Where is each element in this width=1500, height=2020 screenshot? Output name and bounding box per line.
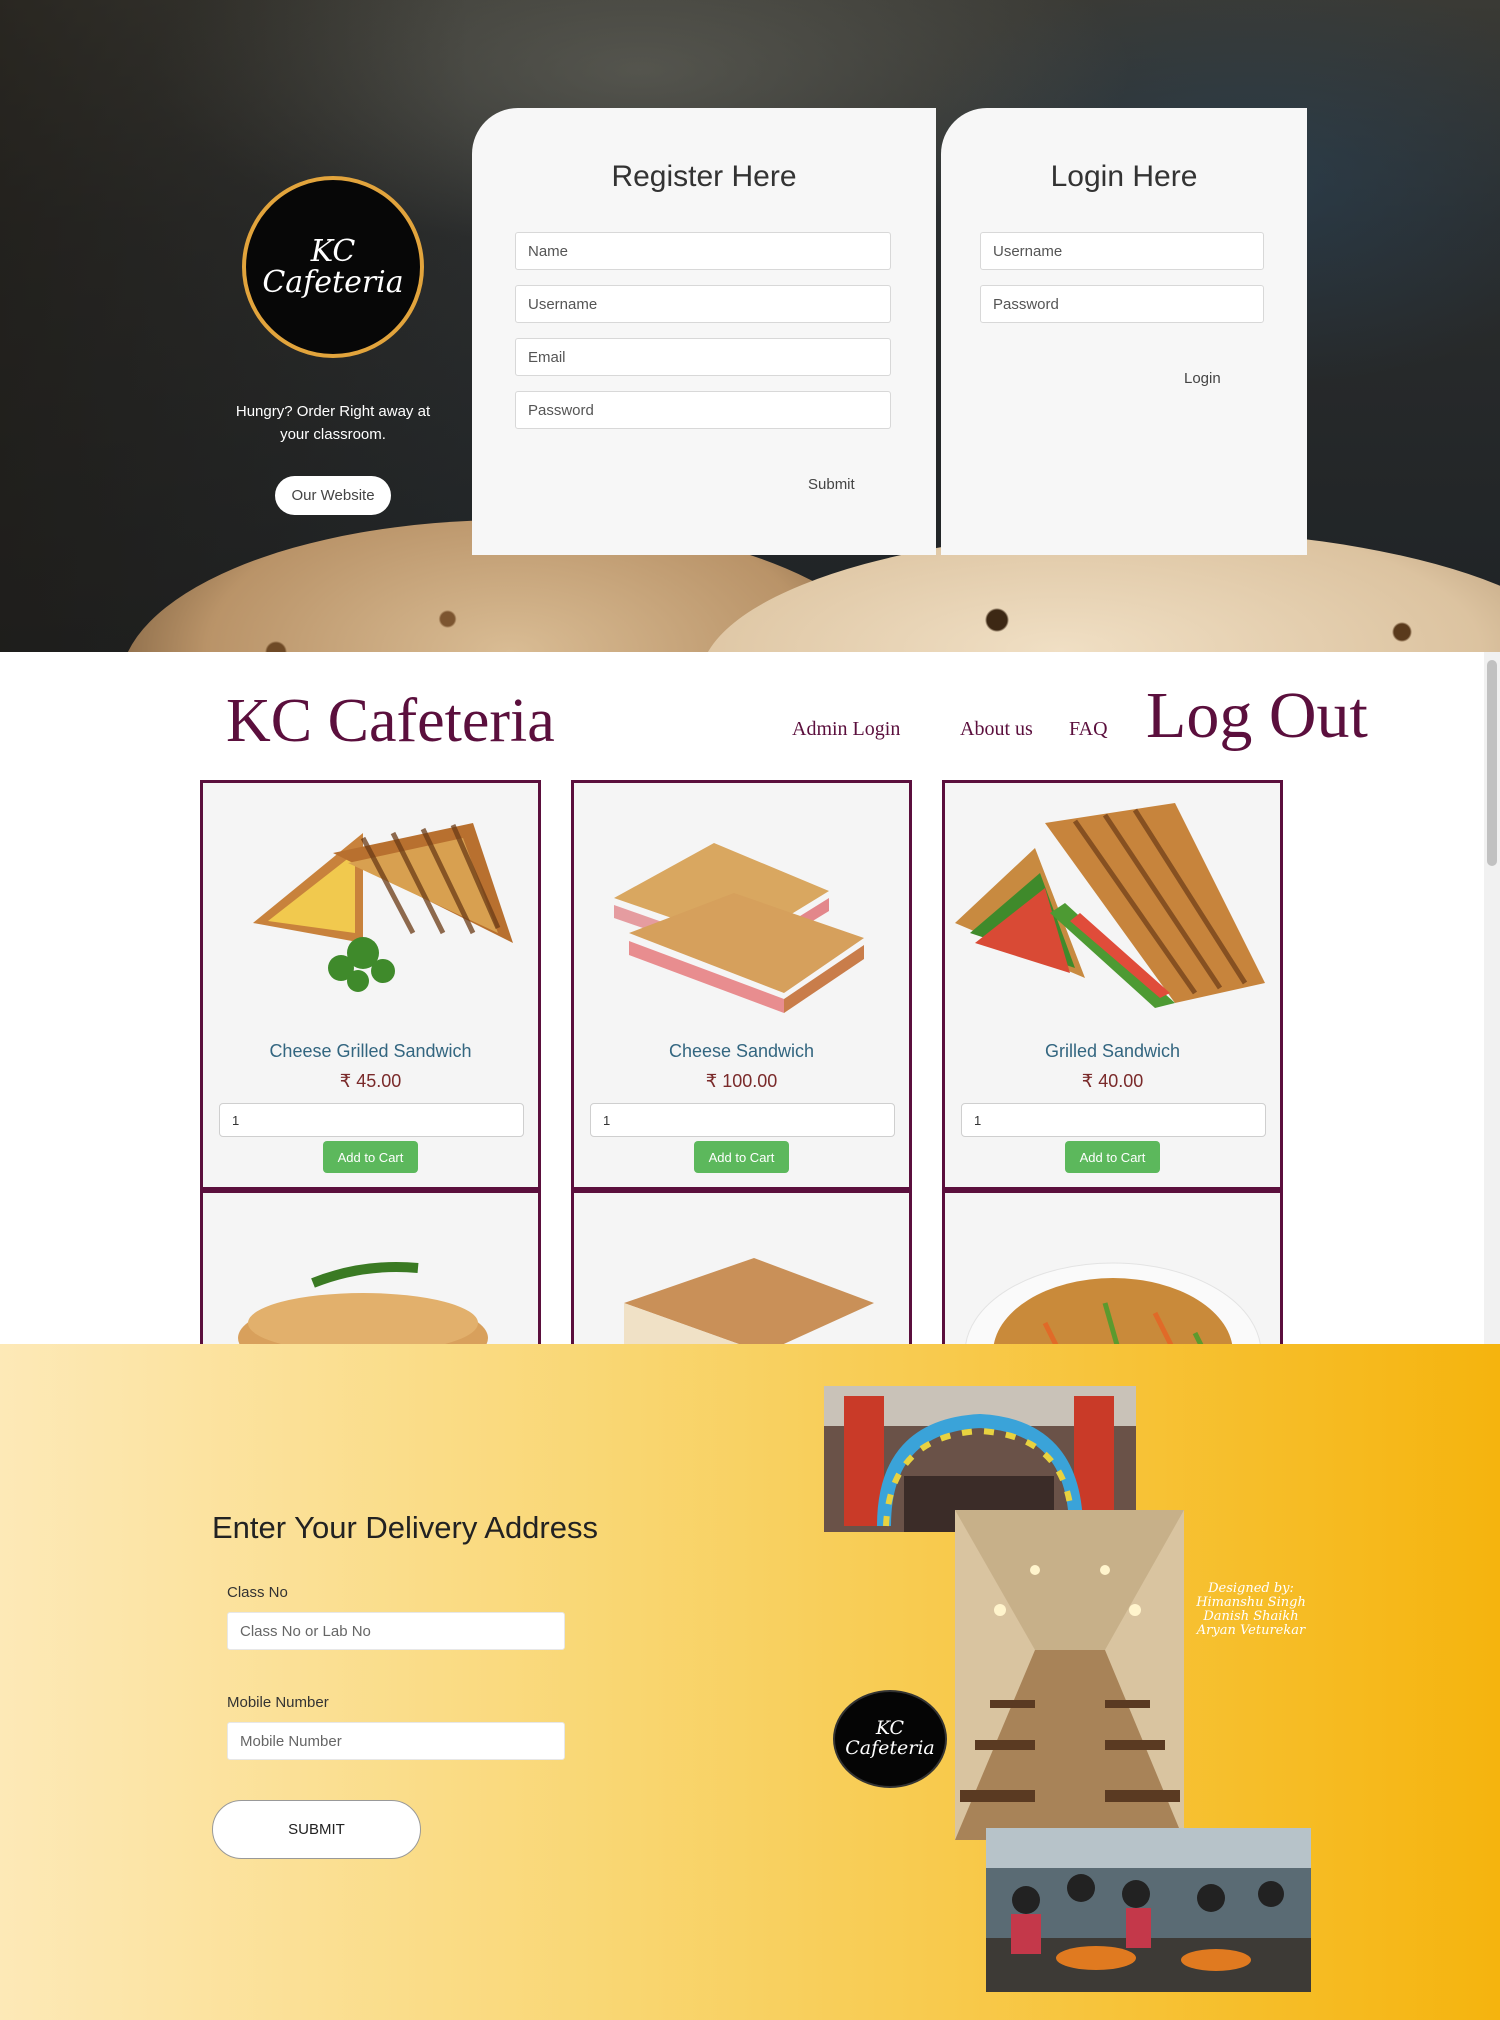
- product-name: Cheese Grilled Sandwich: [269, 1041, 472, 1061]
- tagline: Hungry? Order Right away at your classro…: [235, 403, 431, 443]
- login-password-input[interactable]: Password: [980, 285, 1264, 323]
- scrollbar-thumb[interactable]: [1487, 660, 1497, 866]
- nav-faq[interactable]: FAQ: [1069, 718, 1108, 741]
- credits-line: Designed by:: [1208, 1581, 1294, 1596]
- scrollbar[interactable]: [1484, 652, 1500, 1344]
- register-username-input[interactable]: Username: [515, 285, 891, 323]
- cheese-sandwich-image: [584, 793, 899, 1023]
- cafeteria-hall-photo: [955, 1510, 1184, 1840]
- logo-line: Cafeteria: [845, 1737, 935, 1759]
- product-card: Grilled Sandwich ₹ 40.00 1 Add to Cart: [942, 780, 1283, 1190]
- product-price: ₹ 45.00: [339, 1071, 402, 1091]
- logo-line: KC: [310, 233, 356, 269]
- register-password-input[interactable]: Password: [515, 391, 891, 429]
- brand-column: KC Cafeteria Hungry? Order Right away at…: [228, 176, 438, 515]
- nav-admin-login[interactable]: Admin Login: [792, 718, 900, 741]
- delivery-heading: Enter Your Delivery Address: [212, 1510, 598, 1545]
- add-to-cart-button[interactable]: Add to Cart: [694, 1141, 789, 1173]
- logo-line: KC: [875, 1717, 905, 1740]
- auth-section: KC Cafeteria Hungry? Order Right away at…: [0, 0, 1500, 652]
- product-card: Cheese Grilled Sandwich ₹ 45.00 1 Add to…: [200, 780, 541, 1190]
- add-to-cart-button[interactable]: Add to Cart: [323, 1141, 418, 1173]
- logout-link[interactable]: Log Out: [1146, 678, 1368, 754]
- grilled-sandwich-image: [955, 793, 1270, 1023]
- credits-text: Designed by: Himanshu Singh Danish Shaik…: [1176, 1582, 1326, 1638]
- product-price: ₹ 40.00: [1081, 1071, 1144, 1091]
- register-card: Register Here Name Username Email Passwo…: [472, 108, 936, 555]
- noodles-image: [955, 1243, 1270, 1344]
- nav-about-us[interactable]: About us: [960, 718, 1033, 741]
- email-input[interactable]: Email: [515, 338, 891, 376]
- product-card: [200, 1190, 541, 1344]
- register-submit-button[interactable]: Submit: [808, 476, 855, 493]
- product-name: Grilled Sandwich: [1044, 1041, 1181, 1061]
- our-website-button[interactable]: Our Website: [275, 476, 391, 515]
- product-name: Cheese Sandwich: [668, 1041, 815, 1061]
- credits-line: Aryan Veturekar: [1196, 1623, 1306, 1638]
- mobile-number-input[interactable]: Mobile Number: [227, 1722, 565, 1760]
- quantity-input[interactable]: 1: [961, 1103, 1266, 1137]
- quantity-input[interactable]: 1: [219, 1103, 524, 1137]
- quantity-input[interactable]: 1: [590, 1103, 895, 1137]
- product-card: Cheese Sandwich ₹ 100.00 1 Add to Cart: [571, 780, 912, 1190]
- login-card: Login Here Username Password Login: [941, 108, 1307, 555]
- delivery-section: Enter Your Delivery Address Class No Cla…: [0, 1344, 1500, 2020]
- product-card: [571, 1190, 912, 1344]
- logo-line: Cafeteria: [262, 265, 404, 300]
- product-card: [942, 1190, 1283, 1344]
- register-title: Register Here: [611, 160, 797, 193]
- menu-section: KC Cafeteria Admin Login About us FAQ Lo…: [0, 652, 1500, 1344]
- veg-sandwich-image: [584, 1243, 899, 1344]
- class-no-input[interactable]: Class No or Lab No: [227, 1612, 565, 1650]
- credits-line: Danish Shaikh: [1203, 1609, 1299, 1624]
- login-button[interactable]: Login: [1184, 370, 1221, 387]
- product-price: ₹ 100.00: [705, 1071, 778, 1091]
- name-input[interactable]: Name: [515, 232, 891, 270]
- delivery-submit-button[interactable]: SUBMIT: [212, 1800, 421, 1859]
- credits-line: Himanshu Singh: [1196, 1595, 1306, 1610]
- mobile-number-label: Mobile Number: [227, 1694, 329, 1711]
- login-title: Login Here: [1050, 160, 1198, 193]
- cheese-grilled-sandwich-image: [213, 793, 528, 1023]
- vada-pav-image: [213, 1243, 528, 1344]
- class-no-label: Class No: [227, 1584, 288, 1601]
- kitchen-staff-photo: [986, 1828, 1311, 1992]
- login-username-input[interactable]: Username: [980, 232, 1264, 270]
- kc-cafeteria-logo-small: KC Cafeteria: [833, 1690, 947, 1788]
- add-to-cart-button[interactable]: Add to Cart: [1065, 1141, 1160, 1173]
- kc-cafeteria-logo: KC Cafeteria: [242, 176, 424, 358]
- site-title: KC Cafeteria: [226, 687, 555, 755]
